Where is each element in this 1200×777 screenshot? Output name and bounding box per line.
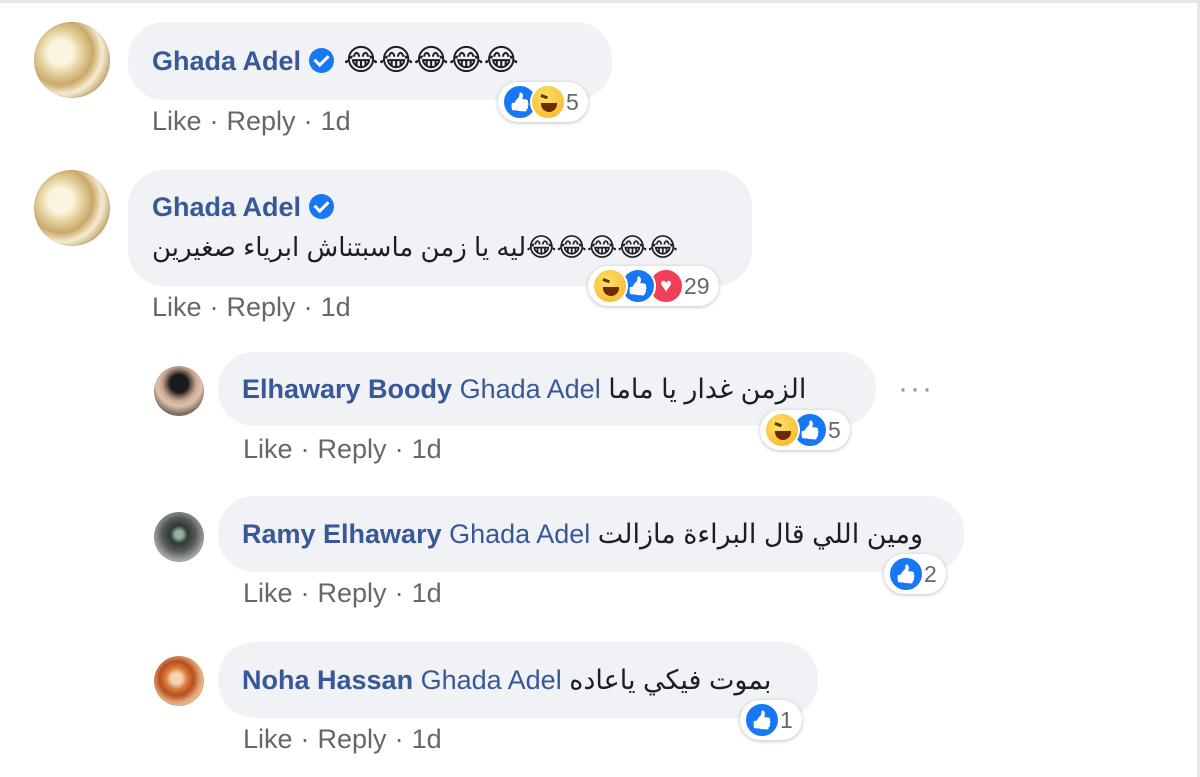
- timestamp[interactable]: 1d: [412, 578, 442, 608]
- like-link[interactable]: Like: [243, 724, 293, 754]
- mentioned-user[interactable]: Ghada Adel: [449, 519, 590, 549]
- avatar[interactable]: [34, 22, 110, 98]
- more-options-icon[interactable]: ···: [898, 372, 934, 406]
- mentioned-user[interactable]: Ghada Adel: [421, 665, 562, 695]
- avatar[interactable]: [154, 512, 204, 562]
- reaction-count: 29: [684, 272, 710, 299]
- like-reaction-icon: [744, 702, 780, 738]
- haha-reaction-icon: [592, 268, 628, 304]
- comment-text: ليه يا زمن ماسبتناش ابرياء صغيرين😂😂😂😂😂: [152, 232, 679, 262]
- reply-link[interactable]: Reply: [318, 578, 387, 608]
- reactions-summary[interactable]: 2: [884, 554, 946, 594]
- author-name[interactable]: Ramy Elhawary: [242, 519, 442, 549]
- reactions-summary[interactable]: 5: [498, 82, 588, 122]
- avatar[interactable]: [154, 656, 204, 706]
- timestamp[interactable]: 1d: [412, 434, 442, 464]
- like-link[interactable]: Like: [243, 434, 293, 464]
- author-name[interactable]: Ghada Adel: [152, 46, 301, 76]
- reply-link[interactable]: Reply: [227, 292, 296, 322]
- reactions-summary[interactable]: 5: [760, 410, 850, 450]
- verified-badge-icon: [309, 48, 335, 73]
- reply-link[interactable]: Reply: [318, 724, 387, 754]
- reply-bubble: Ramy Elhawary Ghada Adel ومين اللي قال ا…: [218, 496, 964, 572]
- like-link[interactable]: Like: [152, 292, 202, 322]
- verified-badge-icon: [309, 194, 335, 219]
- reaction-count: 5: [566, 88, 579, 115]
- comment-actions: Like · Reply · 1d: [152, 106, 351, 136]
- haha-reaction-icon: [764, 412, 800, 448]
- reaction-count: 5: [828, 416, 841, 443]
- reply-actions: Like · Reply · 1d: [243, 434, 442, 464]
- like-link[interactable]: Like: [243, 578, 293, 608]
- reply-text: ومين اللي قال البراءة مازالت: [597, 519, 923, 549]
- author-name[interactable]: Ghada Adel: [152, 192, 301, 222]
- like-reaction-icon: [888, 556, 924, 592]
- reactions-summary[interactable]: 29: [588, 266, 719, 306]
- like-link[interactable]: Like: [152, 106, 202, 136]
- avatar[interactable]: [154, 366, 204, 416]
- reactions-summary[interactable]: 1: [740, 700, 802, 740]
- reply-actions: Like · Reply · 1d: [243, 724, 442, 754]
- reply-actions: Like · Reply · 1d: [243, 578, 442, 608]
- reply-text: بموت فيكي ياعاده: [569, 665, 772, 695]
- avatar[interactable]: [34, 170, 110, 246]
- mentioned-user[interactable]: Ghada Adel: [460, 374, 601, 404]
- author-name[interactable]: Elhawary Boody: [242, 374, 452, 404]
- timestamp[interactable]: 1d: [412, 724, 442, 754]
- reply-link[interactable]: Reply: [227, 106, 296, 136]
- reply-text: الزمن غدار يا ماما: [608, 374, 807, 404]
- top-border: [0, 0, 1200, 3]
- author-name[interactable]: Noha Hassan: [242, 665, 413, 695]
- comment-text: 😂😂😂😂😂: [343, 44, 519, 77]
- timestamp[interactable]: 1d: [321, 292, 351, 322]
- reply-bubble: Noha Hassan Ghada Adel بموت فيكي ياعاده: [218, 642, 818, 718]
- reply-link[interactable]: Reply: [318, 434, 387, 464]
- reaction-count: 1: [780, 706, 793, 733]
- haha-reaction-icon: [530, 84, 566, 120]
- reaction-count: 2: [924, 560, 937, 587]
- timestamp[interactable]: 1d: [321, 106, 351, 136]
- comment-actions: Like · Reply · 1d: [152, 292, 351, 322]
